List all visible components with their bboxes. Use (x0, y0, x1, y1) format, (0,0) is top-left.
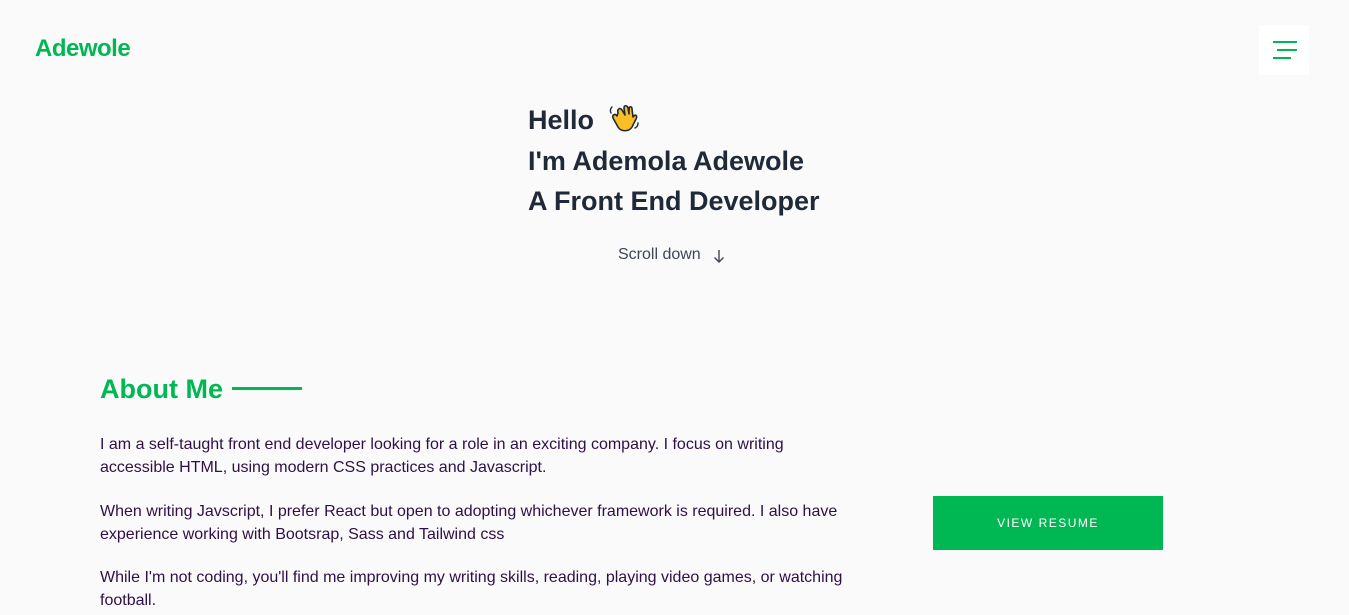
hero-intro: Hello I'm Ademola Adewole A Front End De… (528, 100, 820, 222)
waving-hand-icon (609, 104, 639, 132)
heading-underline-divider (232, 387, 302, 390)
about-heading: About Me (100, 374, 223, 404)
portfolio-page: Adewole Hello I'm Ademola Adewole A Fron… (0, 0, 1349, 615)
menu-button[interactable] (1259, 25, 1309, 75)
arrow-down-icon (714, 250, 725, 263)
site-logo[interactable]: Adewole (35, 35, 131, 63)
scroll-down-label: Scroll down (618, 246, 701, 263)
about-paragraph-1: I am a self-taught front end developer l… (100, 436, 784, 476)
hero-name: I'm Ademola Adewole (528, 145, 804, 176)
hero-role: A Front End Developer (528, 186, 820, 216)
hamburger-menu-icon (1273, 41, 1297, 59)
about-paragraph-2: When writing Javscript, I prefer React b… (100, 503, 838, 543)
scroll-down-link[interactable]: Scroll down (618, 245, 725, 265)
hero-greeting: Hello (528, 105, 595, 135)
hero-greeting-line: Hello (528, 100, 820, 141)
about-paragraph-3: While I'm not coding, you'll find me imp… (100, 569, 843, 609)
view-resume-button[interactable]: View Resume (933, 496, 1163, 550)
